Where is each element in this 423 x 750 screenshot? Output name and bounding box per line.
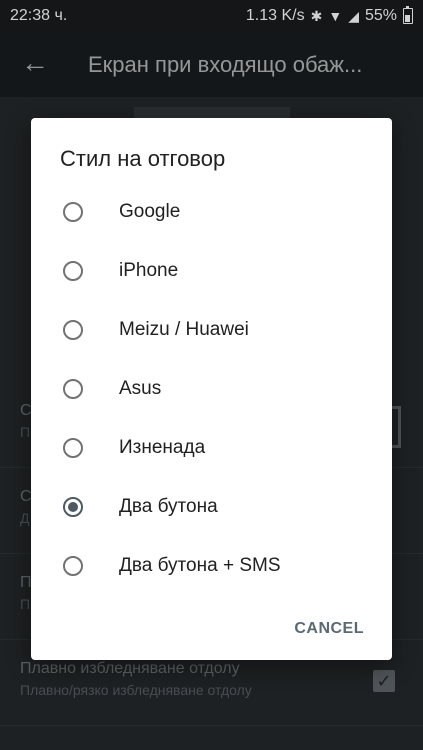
option-label: Asus (119, 378, 162, 399)
option-two-buttons-sms[interactable]: Два бутона + SMS (31, 538, 392, 597)
network-speed: 1.13 K/s (245, 7, 305, 24)
battery-percent: 55% (364, 7, 397, 24)
radio-unchecked-icon[interactable] (63, 261, 83, 281)
option-meizu-huawei[interactable]: Meizu / Huawei (31, 302, 392, 361)
answer-style-options: Google iPhone Meizu / Huawei Asus Изнена… (31, 184, 392, 597)
dialog-title: Стил на отговор (60, 146, 226, 171)
radio-checked-icon[interactable] (63, 497, 83, 517)
radio-unchecked-icon[interactable] (63, 320, 83, 340)
battery-icon (403, 6, 413, 24)
option-two-buttons[interactable]: Два бутона (31, 479, 392, 538)
status-time: 22:38 ч. (10, 7, 68, 24)
option-label: Изненада (119, 437, 206, 458)
wifi-icon: ▼ (328, 8, 343, 24)
option-iphone[interactable]: iPhone (31, 243, 392, 302)
signal-icon: ◢ (348, 7, 359, 24)
radio-unchecked-icon[interactable] (63, 202, 83, 222)
option-asus[interactable]: Asus (31, 361, 392, 420)
option-label: Два бутона + SMS (119, 555, 281, 576)
option-label: Google (119, 201, 181, 222)
radio-unchecked-icon[interactable] (63, 379, 83, 399)
option-surprise[interactable]: Изненада (31, 420, 392, 479)
cancel-button[interactable]: CANCEL (294, 620, 364, 638)
radio-unchecked-icon[interactable] (63, 438, 83, 458)
status-right: 1.13 K/s ✱ ▼ ◢ 55% (245, 6, 413, 25)
radio-unchecked-icon[interactable] (63, 556, 83, 576)
option-label: iPhone (119, 260, 179, 281)
status-bar: 22:38 ч. 1.13 K/s ✱ ▼ ◢ 55% (0, 0, 423, 32)
option-google[interactable]: Google (31, 184, 392, 243)
bluetooth-icon: ✱ (310, 7, 323, 24)
answer-style-dialog: Стил на отговор Google iPhone Meizu / Hu… (31, 118, 392, 660)
option-label: Meizu / Huawei (119, 319, 249, 340)
option-label: Два бутона (119, 496, 218, 517)
